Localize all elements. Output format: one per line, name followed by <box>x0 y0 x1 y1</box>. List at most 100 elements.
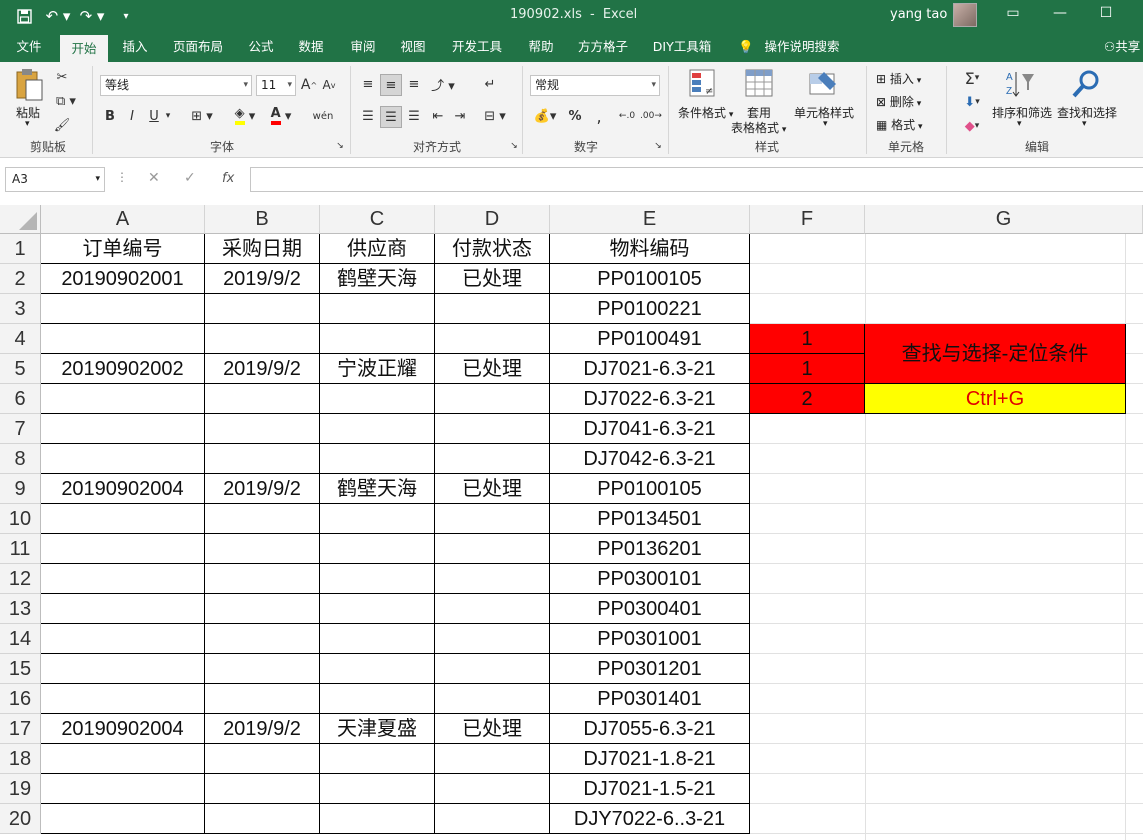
column-header-b[interactable]: B <box>205 205 320 234</box>
cell-styles-icon[interactable] <box>808 68 842 100</box>
table-cell[interactable]: PP0100491 <box>550 324 750 354</box>
table-header-cell[interactable]: 物料编码 <box>550 234 750 264</box>
table-cell[interactable] <box>205 744 320 774</box>
table-cell[interactable]: PP0100221 <box>550 294 750 324</box>
tab-data[interactable]: 数据 <box>290 32 332 62</box>
table-cell[interactable] <box>205 684 320 714</box>
underline-button[interactable]: U <box>146 106 162 126</box>
customize-qat-icon[interactable]: ▾ <box>112 6 140 26</box>
table-cell[interactable] <box>320 774 435 804</box>
fill-color-icon[interactable]: ◈ ▾ <box>230 106 260 126</box>
table-cell[interactable] <box>41 684 205 714</box>
table-cell[interactable]: DJY7022-6..3-21 <box>550 804 750 834</box>
note-cell-g4-merged[interactable]: 查找与选择-定位条件 <box>865 324 1126 384</box>
tab-home[interactable]: 开始 <box>60 35 108 62</box>
table-cell[interactable] <box>320 564 435 594</box>
table-cell[interactable]: 20190902001 <box>41 264 205 294</box>
table-cell[interactable] <box>205 504 320 534</box>
dialog-launcher-icon[interactable]: ↘ <box>652 140 664 152</box>
table-cell[interactable]: DJ7021-1.8-21 <box>550 744 750 774</box>
format-cells-button[interactable]: ▦ 格式 ▾ <box>876 116 923 133</box>
table-cell[interactable] <box>205 624 320 654</box>
note-cell-g6[interactable]: Ctrl+G <box>865 384 1126 414</box>
font-color-icon[interactable]: A ▾ <box>266 106 296 126</box>
save-icon[interactable] <box>10 6 38 26</box>
table-cell[interactable] <box>205 594 320 624</box>
table-cell[interactable]: PP0300101 <box>550 564 750 594</box>
delete-cells-button[interactable]: ⊠ 删除 ▾ <box>876 93 921 110</box>
table-cell[interactable] <box>205 384 320 414</box>
increase-font-icon[interactable]: A ^ <box>300 75 318 95</box>
table-cell[interactable] <box>435 414 550 444</box>
tab-insert[interactable]: 插入 <box>114 32 156 62</box>
cut-icon[interactable]: ✂ <box>52 68 72 86</box>
table-cell[interactable] <box>435 774 550 804</box>
align-center-icon[interactable]: ☰ <box>380 106 402 128</box>
row-header-12[interactable]: 12 <box>0 564 41 594</box>
avatar[interactable] <box>953 3 977 27</box>
number-format-select[interactable]: 常规 ▾ <box>530 75 660 96</box>
table-cell[interactable]: 天津夏盛 <box>320 714 435 744</box>
table-cell[interactable]: 已处理 <box>435 354 550 384</box>
table-cell[interactable] <box>320 414 435 444</box>
table-cell[interactable] <box>205 324 320 354</box>
orientation-icon[interactable]: ⤴ ▾ <box>428 74 458 94</box>
formula-input[interactable] <box>250 167 1143 192</box>
table-cell[interactable] <box>205 774 320 804</box>
align-right-icon[interactable]: ☰ <box>404 106 424 126</box>
table-cell[interactable] <box>435 654 550 684</box>
table-cell[interactable]: PP0301401 <box>550 684 750 714</box>
phonetic-guide-icon[interactable]: wén <box>306 104 340 128</box>
table-cell[interactable] <box>205 444 320 474</box>
tab-help[interactable]: 帮助 <box>520 32 562 62</box>
font-size-select[interactable]: 11 ▾ <box>256 75 296 96</box>
table-cell[interactable]: 鹤壁天海 <box>320 474 435 504</box>
table-cell[interactable]: 宁波正耀 <box>320 354 435 384</box>
find-select-label[interactable]: 查找和选择 <box>1057 104 1117 121</box>
align-middle-icon[interactable]: ≡ <box>380 74 402 96</box>
insert-cells-button[interactable]: ⊞ 插入 ▾ <box>876 70 921 87</box>
note-cell-f6[interactable]: 2 <box>750 384 865 414</box>
table-cell[interactable]: PP0301001 <box>550 624 750 654</box>
table-cell[interactable]: 2019/9/2 <box>205 714 320 744</box>
table-cell[interactable] <box>41 414 205 444</box>
dialog-launcher-icon[interactable]: ↘ <box>334 140 346 152</box>
decrease-indent-icon[interactable]: ⇤ <box>428 106 448 126</box>
table-cell[interactable] <box>320 294 435 324</box>
table-cell[interactable]: PP0100105 <box>550 474 750 504</box>
table-cell[interactable] <box>435 684 550 714</box>
row-header-14[interactable]: 14 <box>0 624 41 654</box>
tab-file[interactable]: 文件 <box>8 32 50 62</box>
row-header-7[interactable]: 7 <box>0 414 41 444</box>
table-cell[interactable]: 20190902004 <box>41 474 205 504</box>
percent-style-icon[interactable]: % <box>566 106 584 126</box>
paste-dropdown-icon[interactable]: ▾ <box>25 119 30 129</box>
row-header-2[interactable]: 2 <box>0 264 41 294</box>
row-header-1[interactable]: 1 <box>0 234 41 264</box>
table-cell[interactable]: PP0136201 <box>550 534 750 564</box>
row-header-19[interactable]: 19 <box>0 774 41 804</box>
table-cell[interactable] <box>41 774 205 804</box>
table-cell[interactable] <box>41 504 205 534</box>
table-cell[interactable] <box>435 744 550 774</box>
tab-developer[interactable]: 开发工具 <box>444 32 510 62</box>
comma-style-icon[interactable]: , <box>590 106 608 126</box>
table-cell[interactable] <box>205 414 320 444</box>
sort-filter-label[interactable]: 排序和筛选 <box>992 104 1052 121</box>
table-cell[interactable] <box>320 684 435 714</box>
table-cell[interactable] <box>205 534 320 564</box>
column-header-a[interactable]: A <box>41 205 205 234</box>
increase-decimal-icon[interactable]: ←.0 <box>616 106 638 126</box>
row-header-11[interactable]: 11 <box>0 534 41 564</box>
table-cell[interactable] <box>435 594 550 624</box>
table-cell[interactable] <box>320 594 435 624</box>
table-cell[interactable]: 已处理 <box>435 264 550 294</box>
table-cell[interactable] <box>41 324 205 354</box>
row-header-16[interactable]: 16 <box>0 684 41 714</box>
table-cell[interactable] <box>435 564 550 594</box>
table-cell[interactable] <box>320 624 435 654</box>
table-header-cell[interactable]: 付款状态 <box>435 234 550 264</box>
table-cell[interactable] <box>320 534 435 564</box>
column-header-f[interactable]: F <box>750 205 865 234</box>
table-header-cell[interactable]: 供应商 <box>320 234 435 264</box>
